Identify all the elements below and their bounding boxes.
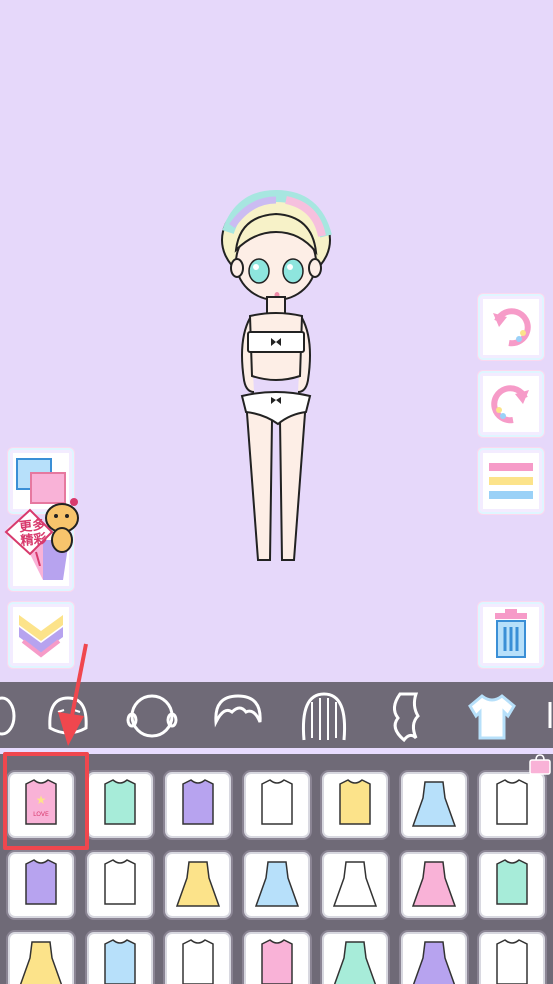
clothing-tile-blue-ruffle-dress[interactable] [400, 772, 467, 838]
clothing-tile-pink-skirt[interactable] [400, 932, 467, 984]
dress-up-stage: 更多 精彩 [0, 0, 553, 682]
mint-shirt-icon [103, 779, 136, 825]
eyes-category-icon[interactable] [0, 688, 30, 744]
clothing-tile-blue-shirt[interactable] [479, 932, 545, 984]
clothing-tile-white-slip[interactable] [243, 772, 310, 838]
clothing-tile-yellow-slip[interactable] [322, 772, 388, 838]
clothing-tile-mint-star-dress[interactable] [322, 932, 388, 984]
promo-label: 更多 精彩 [15, 518, 52, 550]
hair-back-category-icon[interactable] [296, 688, 352, 744]
more-category-icon[interactable] [538, 688, 553, 744]
pink-heart-dress-icon [411, 861, 456, 907]
character-doll [221, 189, 332, 561]
mint-tee-icon [182, 939, 214, 984]
menu-button[interactable] [480, 450, 542, 512]
clothing-tile-white-blouse[interactable] [8, 852, 74, 918]
trash-button[interactable] [480, 604, 542, 666]
tops-category-icon[interactable] [464, 688, 520, 744]
clothing-tile-heart-dress[interactable] [243, 852, 310, 918]
clothing-tile-rainbow-strap-top[interactable] [165, 772, 231, 838]
clothing-tile-pink-heart-dress[interactable] [400, 852, 467, 918]
heart-dress-icon [254, 861, 299, 907]
face-category-icon[interactable] [40, 688, 96, 744]
pink-crop-icon [103, 859, 136, 905]
collapse-button[interactable] [10, 604, 72, 666]
undo-button[interactable] [480, 296, 542, 358]
chevron-down-icon [19, 615, 63, 658]
blue-sweater-icon [103, 939, 136, 984]
clothing-tile-yellow-sundress[interactable] [165, 852, 231, 918]
pink-skirt-icon [412, 941, 455, 984]
shop-bag-icon[interactable] [528, 754, 552, 776]
raglan-tee-icon [496, 779, 528, 825]
blue-long-dress-icon [332, 861, 378, 907]
redo-button[interactable] [480, 373, 542, 435]
clothing-tile-blue-sweater[interactable] [86, 932, 153, 984]
white-blouse-icon [25, 859, 57, 905]
category-bar [0, 682, 553, 748]
clothing-tile-mint-tee[interactable] [165, 932, 231, 984]
rainbow-strap-top-icon [182, 779, 214, 825]
clothing-tile-blue-vest[interactable] [479, 852, 545, 918]
clothing-tile-mint-bow-dress[interactable] [8, 932, 74, 984]
mint-star-dress-icon [333, 941, 377, 984]
head-category-icon[interactable] [124, 688, 180, 744]
trash-icon [495, 609, 527, 658]
blue-ruffle-dress-icon [411, 781, 456, 827]
mint-bow-dress-icon [19, 941, 63, 984]
yellow-slip-icon [339, 779, 371, 825]
menu-icon [489, 463, 533, 499]
blue-vest-icon [496, 859, 528, 905]
purple-tee-icon [260, 939, 293, 984]
yellow-sundress-icon [175, 861, 221, 907]
clothing-tile-pink-crop[interactable] [86, 852, 153, 918]
hair-side-category-icon[interactable] [380, 688, 436, 744]
clothing-tile-mint-shirt[interactable] [86, 772, 153, 838]
blue-shirt-icon [496, 939, 528, 984]
clothing-tile-raglan-tee[interactable] [479, 772, 545, 838]
highlight-box [3, 752, 89, 850]
hair-front-category-icon[interactable] [210, 688, 266, 744]
clothing-tile-purple-tee[interactable] [243, 932, 310, 984]
clothing-tile-blue-long-dress[interactable] [322, 852, 388, 918]
white-slip-icon [260, 779, 293, 825]
